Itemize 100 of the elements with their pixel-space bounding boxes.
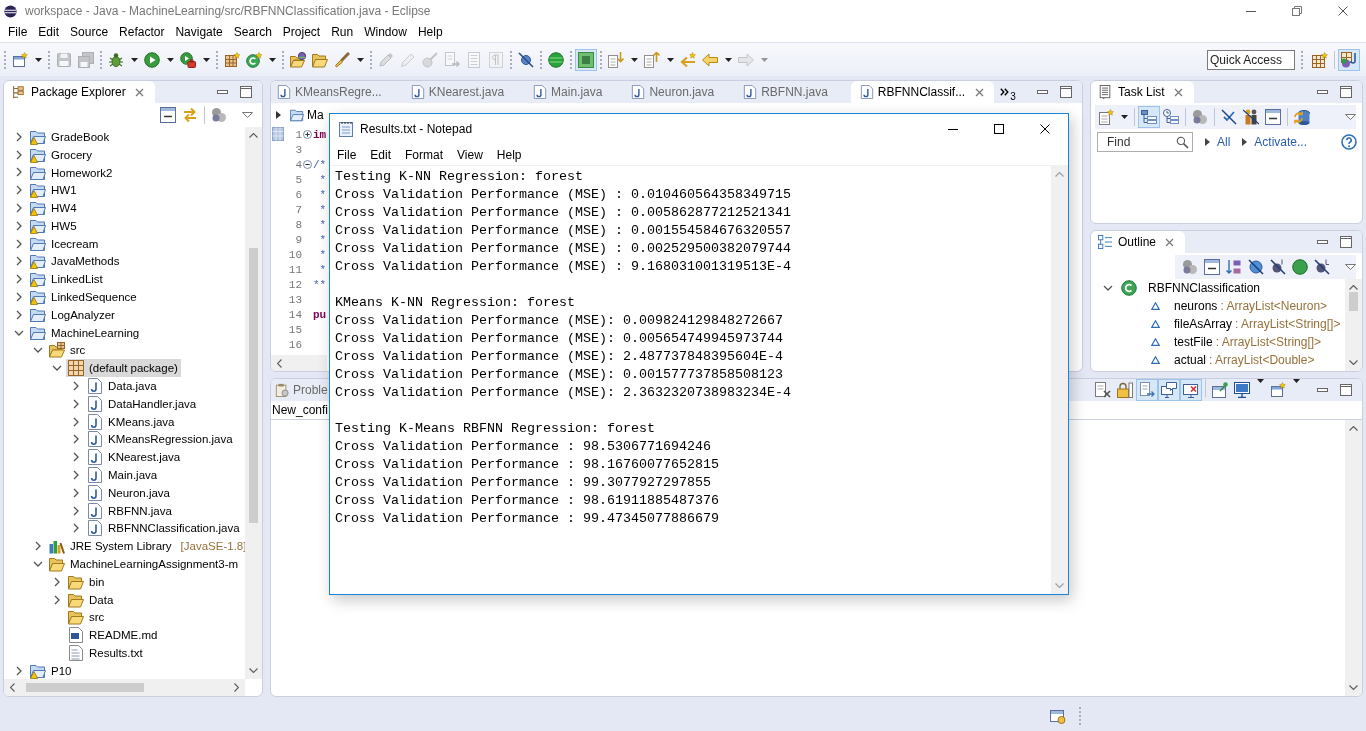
menu-item[interactable]: Edit (363, 147, 399, 162)
bubbles-icon[interactable] (211, 107, 227, 123)
tree-item[interactable]: (default package) (66, 359, 181, 378)
caret-icon[interactable] (725, 57, 732, 62)
horizontal-scrollbar[interactable] (271, 355, 327, 371)
grid-star-icon[interactable] (224, 51, 240, 68)
view-tab[interactable]: Proble (271, 379, 328, 401)
left-arrow-icon[interactable] (702, 51, 718, 68)
caret-icon[interactable] (631, 57, 638, 62)
chevron-right-icon[interactable] (14, 185, 24, 196)
outline-item[interactable]: actual : ArrayList<Double> (1148, 353, 1315, 367)
chevron-right-icon[interactable] (14, 220, 24, 231)
chevron-right-icon[interactable] (14, 256, 24, 267)
caret-icon[interactable] (269, 57, 276, 62)
tree-item[interactable]: src (66, 608, 108, 627)
menu-item[interactable]: Help (412, 25, 449, 39)
triangle-right-icon[interactable] (1205, 138, 1210, 146)
vertical-scrollbar[interactable] (245, 127, 262, 679)
chevron-down-icon[interactable] (1103, 283, 1113, 293)
grid-star-icon[interactable] (1312, 51, 1328, 68)
help-icon[interactable] (1341, 134, 1357, 150)
chevron-right-icon[interactable] (14, 131, 24, 142)
caret-icon[interactable] (667, 57, 674, 62)
editor-tab[interactable]: KMeansRegre... (271, 81, 405, 103)
editor-tab[interactable]: Main.java (527, 81, 626, 103)
menu-item[interactable]: Edit (32, 25, 65, 39)
minus-circle-icon[interactable] (302, 160, 312, 169)
play-icon[interactable] (144, 51, 160, 68)
chevron-right-icon[interactable] (14, 309, 24, 320)
chevron-right-icon[interactable] (14, 238, 24, 249)
scrollbar-thumb[interactable] (249, 248, 258, 523)
chevron-right-icon[interactable] (14, 274, 24, 285)
class-icon[interactable] (246, 51, 262, 68)
scroll-up-icon[interactable] (1349, 426, 1358, 431)
view-menu-icon[interactable] (242, 112, 253, 118)
tree-item[interactable]: Data.java (85, 377, 160, 396)
chevron-right-icon[interactable] (14, 203, 24, 214)
menu-item[interactable]: Project (277, 25, 326, 39)
tree-item[interactable]: Data (66, 590, 117, 609)
editor-tab[interactable]: KNearest.java (404, 81, 528, 103)
crossed-circle-icon[interactable] (1248, 259, 1264, 275)
editor-tab[interactable]: Neuron.java (625, 81, 738, 103)
horizontal-scrollbar[interactable] (4, 679, 245, 696)
up-arrow-icon[interactable] (644, 51, 660, 68)
tree-item[interactable]: bin (66, 572, 108, 591)
tree-item[interactable]: HW1 (28, 181, 80, 200)
caret-icon[interactable] (1293, 379, 1300, 383)
scroll-left-icon[interactable] (10, 683, 15, 692)
scroll-down-icon[interactable] (1349, 360, 1358, 365)
tree-item[interactable]: Main.java (85, 466, 161, 485)
tree-item[interactable]: KNearest.java (85, 448, 184, 467)
tree-item[interactable]: Results.txt (66, 644, 146, 662)
restore-icon[interactable] (1292, 6, 1302, 16)
window-minus-icon[interactable] (160, 107, 176, 123)
caret-icon[interactable] (1257, 379, 1264, 383)
link[interactable]: Activate... (1254, 135, 1308, 149)
menu-item[interactable]: Run (325, 25, 359, 39)
chevron-right-icon[interactable] (14, 167, 24, 178)
breadcrumb-item[interactable]: Ma (290, 107, 324, 122)
chevron-right-icon[interactable] (71, 434, 81, 445)
menu-item[interactable]: Refactor (113, 25, 170, 39)
chevron-right-icon[interactable] (71, 452, 81, 463)
plus-circle-icon[interactable] (302, 130, 312, 139)
scroll-right-icon[interactable] (234, 683, 239, 692)
crossed-check-icon[interactable] (1221, 109, 1237, 125)
down-arrow-icon[interactable] (608, 51, 624, 68)
dot-icon[interactable] (1292, 259, 1308, 275)
window-star-icon[interactable] (12, 51, 28, 68)
window-star-icon[interactable] (1270, 382, 1286, 398)
caret-icon[interactable] (35, 57, 42, 62)
scroll-down-icon[interactable] (249, 668, 258, 673)
scroll-up-icon[interactable] (1349, 285, 1358, 290)
tree-item[interactable]: HW4 (28, 199, 80, 218)
link[interactable]: All (1217, 135, 1231, 149)
star-arrow-icon[interactable] (680, 51, 696, 68)
chevron-right-icon[interactable] (71, 416, 81, 427)
menu-item[interactable]: Navigate (169, 25, 229, 39)
menu-item[interactable]: Help (489, 147, 529, 162)
chevron-right-icon[interactable] (71, 487, 81, 498)
tree-item[interactable]: README.md (66, 626, 161, 645)
tree-item[interactable]: RBFNN.java (85, 501, 175, 520)
tree-item[interactable]: GradeBook (28, 127, 113, 146)
tree-item[interactable]: JRE System Library [JavaSE-1.8] (47, 537, 245, 556)
view-menu-icon[interactable] (1345, 114, 1356, 120)
tree-item[interactable]: MachineLearningAssignment3-m (47, 555, 242, 574)
brush-icon[interactable] (334, 51, 350, 68)
tree-item[interactable]: HW5 (28, 216, 80, 235)
view-tab[interactable]: Package Explorer (4, 81, 155, 103)
find-field[interactable]: Find (1097, 132, 1193, 152)
crossed-ball-icon[interactable] (1314, 259, 1330, 275)
caret-icon[interactable] (131, 57, 138, 62)
outline-item[interactable]: neurons : ArrayList<Neuron> (1148, 299, 1328, 313)
tree-item[interactable]: RBFNNClassification.java (85, 519, 243, 538)
padlock-icon[interactable] (1117, 382, 1133, 398)
monitor-x-icon[interactable] (1180, 379, 1202, 401)
menu-item[interactable]: Source (64, 25, 114, 39)
window-pin-icon[interactable] (1212, 382, 1228, 398)
menu-item[interactable]: File (330, 147, 364, 162)
chevron-right-icon[interactable] (14, 149, 24, 160)
folder-icon[interactable] (290, 51, 306, 68)
